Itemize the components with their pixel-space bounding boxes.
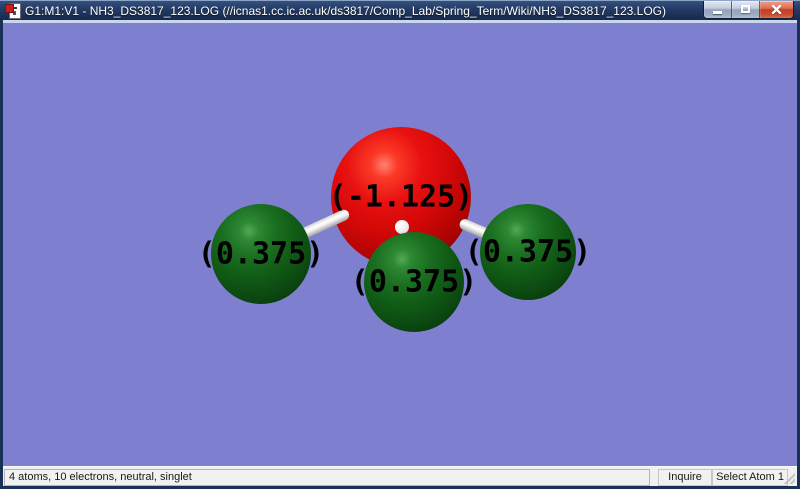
status-action-panel: Select Atom 1 (712, 469, 788, 486)
status-summary-text: 4 atoms, 10 electrons, neutral, singlet (9, 471, 192, 483)
close-icon (771, 4, 782, 15)
minimize-button[interactable] (704, 1, 732, 18)
charge-label-H1: (0.375) (197, 236, 325, 272)
titlebar[interactable]: G1:M1:V1 - NH3_DS3817_123.LOG (//icnas1.… (0, 0, 800, 20)
charge-label-N: (-1.125) (328, 179, 474, 215)
app-window: G1:M1:V1 - NH3_DS3817_123.LOG (//icnas1.… (0, 0, 800, 489)
close-button[interactable] (760, 1, 793, 18)
status-mode-panel: Inquire (658, 469, 712, 486)
window-controls (703, 1, 794, 19)
status-summary-panel: 4 atoms, 10 electrons, neutral, singlet (4, 469, 650, 486)
maximize-icon (741, 5, 750, 13)
charge-label-H2: (0.375) (350, 264, 478, 300)
status-mode-text: Inquire (668, 471, 702, 483)
charge-label-H3: (0.375) (464, 234, 592, 270)
app-icon[interactable] (5, 3, 21, 19)
window-title: G1:M1:V1 - NH3_DS3817_123.LOG (//icnas1.… (25, 4, 666, 18)
maximize-button[interactable] (732, 1, 760, 18)
molecule-red-square-icon (5, 4, 14, 13)
minimize-icon (713, 11, 722, 14)
status-action-text: Select Atom 1 (716, 471, 784, 483)
status-bar: 4 atoms, 10 electrons, neutral, singlet … (3, 466, 797, 486)
molecule-viewport[interactable]: (-1.125) (0.375) (0.375) (0.375) (3, 23, 797, 466)
